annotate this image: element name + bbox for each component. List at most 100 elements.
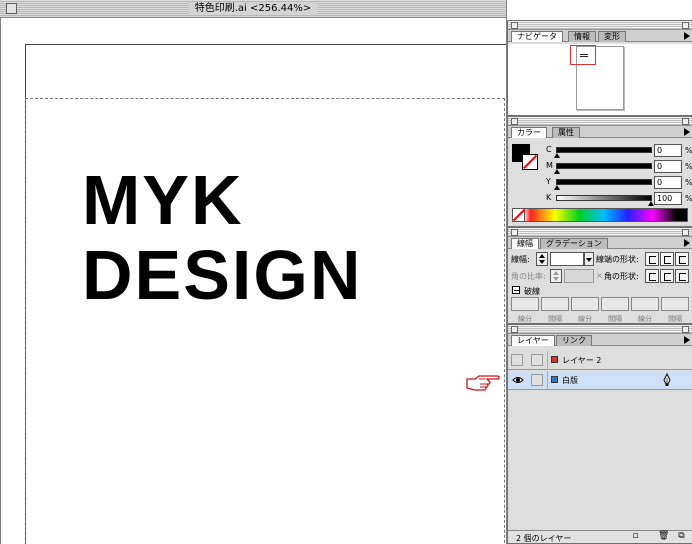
yellow-value-field[interactable]: 0 [654,176,682,189]
miter-limit-stepper[interactable] [550,269,562,283]
palette-close-box[interactable] [511,22,518,29]
gap-label-3: 間隔 [668,315,682,323]
miter-limit-label: 角の比率: [511,272,546,281]
projecting-cap-button[interactable] [675,252,689,266]
tab-links[interactable]: リンク [556,335,592,346]
trash-icon[interactable]: 🗑 [658,532,669,542]
gap-label-2: 間隔 [608,315,622,323]
layer-row-selected[interactable]: 白版 [508,371,692,390]
dashed-line-label: 破線 [524,287,540,296]
artwork-text-line-2[interactable]: DESIGN [82,240,362,310]
layer-color-swatch [551,356,558,363]
layer-column-separator [547,351,548,370]
layer-lock-toggle[interactable] [531,354,543,366]
new-sublayer-icon[interactable]: ▫ [630,532,641,542]
gap-label-1: 間隔 [548,315,562,323]
palette-close-box[interactable] [511,326,518,333]
palette-zoom-box[interactable] [682,326,689,333]
dash-field-1[interactable] [511,297,539,311]
tab-info[interactable]: 情報 [568,31,596,42]
palette-close-box[interactable] [511,118,518,125]
yellow-unit: % [685,178,692,187]
yellow-slider-track[interactable] [556,179,652,185]
tab-transform[interactable]: 変形 [598,31,626,42]
magenta-slider-thumb[interactable] [554,169,560,174]
black-row: K 100 % [546,192,692,207]
color-palette: カラー 属性 C 0 % M 0 % Y 0 % K 100 % [507,116,692,227]
eye-icon[interactable] [512,375,524,385]
yellow-row: Y 0 % [546,176,692,191]
dashed-line-checkbox[interactable] [512,286,520,294]
layer-visibility-toggle[interactable] [511,354,523,366]
dash-label-3: 線分 [638,315,652,323]
bevel-join-button[interactable] [675,269,689,283]
palette-menu-arrow-icon[interactable] [684,128,690,136]
round-cap-button[interactable] [660,252,674,266]
gap-field-3[interactable] [661,297,689,311]
dash-field-2[interactable] [571,297,599,311]
stroke-weight-field[interactable] [550,252,584,266]
layer-column-separator [547,371,548,390]
cyan-value-field[interactable]: 0 [654,144,682,157]
cyan-slider-thumb[interactable] [554,153,560,158]
navigator-view-box[interactable] [570,45,596,65]
cyan-label: C [546,145,552,154]
stroke-weight-dropdown[interactable] [584,252,594,266]
stroke-swatch-none[interactable] [522,154,538,170]
palette-menu-arrow-icon[interactable] [684,32,690,40]
miter-limit-field[interactable] [564,269,594,283]
round-join-button[interactable] [660,269,674,283]
layers-footer: 2 個のレイヤー ▫ 🗑 ⧉ [508,530,692,543]
palette-menu-arrow-icon[interactable] [684,239,690,247]
dash-field-3[interactable] [631,297,659,311]
black-label: K [546,193,552,202]
layer-name[interactable]: 白版 [562,375,578,386]
palette-menu-arrow-icon[interactable] [684,336,690,344]
stroke-palette-titlebar[interactable] [508,228,692,237]
layer-row[interactable]: レイヤー 2 [508,351,692,370]
document-titlebar[interactable]: 特色印刷.ai <256.44%> [0,0,506,18]
tab-layers[interactable]: レイヤー [511,335,555,346]
layers-tabs: レイヤー リンク [508,334,692,346]
color-spectrum-bar[interactable] [512,208,688,222]
palette-zoom-box[interactable] [682,229,689,236]
tab-color[interactable]: カラー [511,127,547,138]
pen-icon [663,373,671,386]
palette-zoom-box[interactable] [682,118,689,125]
cyan-row: C 0 % [546,144,692,159]
gap-field-1[interactable] [541,297,569,311]
new-layer-icon[interactable]: ⧉ [676,532,687,542]
stroke-weight-stepper[interactable] [536,252,548,266]
black-unit: % [685,194,692,203]
palette-close-box[interactable] [511,229,518,236]
none-color-button[interactable] [513,209,525,221]
close-box[interactable] [6,3,17,14]
cyan-slider-track[interactable] [556,147,652,153]
layers-palette: レイヤー リンク レイヤー 2 白版 2 個のレイヤー ▫ 🗑 ⧉ [507,324,692,544]
black-value-field[interactable]: 100 [654,192,682,205]
palette-zoom-box[interactable] [682,22,689,29]
yellow-slider-thumb[interactable] [554,185,560,190]
gap-field-2[interactable] [601,297,629,311]
color-palette-titlebar[interactable] [508,117,692,126]
navigator-palette-titlebar[interactable] [508,21,692,30]
layer-lock-toggle[interactable] [531,374,543,386]
magenta-value-field[interactable]: 0 [654,160,682,173]
stroke-weight-label: 線幅: [511,255,530,264]
layer-color-swatch [551,376,558,383]
dash-label-2: 線分 [578,315,592,323]
tab-gradient[interactable]: グラデーション [540,238,608,249]
document-title: 特色印刷.ai <256.44%> [188,2,318,15]
butt-cap-button[interactable] [645,252,659,266]
black-slider-track[interactable] [556,195,652,201]
layers-palette-titlebar[interactable] [508,325,692,334]
miter-join-button[interactable] [645,269,659,283]
tab-stroke[interactable]: 線幅 [511,238,539,249]
dash-label-1: 線分 [518,315,532,323]
tab-attributes[interactable]: 属性 [552,127,580,138]
layer-count-text: 2 個のレイヤー [516,534,572,543]
artwork-text-line-1[interactable]: MYK [82,165,244,235]
layer-name[interactable]: レイヤー 2 [562,355,601,366]
tab-navigator[interactable]: ナビゲータ [511,31,563,42]
magenta-slider-track[interactable] [556,163,652,169]
